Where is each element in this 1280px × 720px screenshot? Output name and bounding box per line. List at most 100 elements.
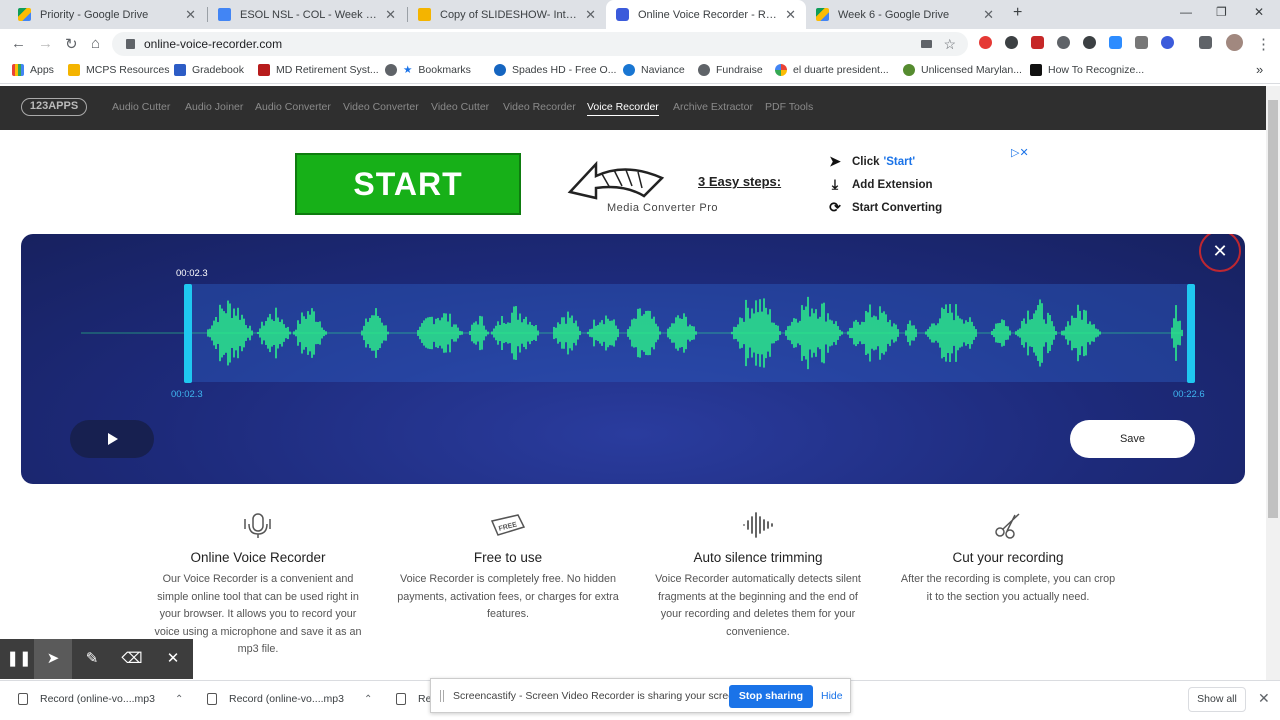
bookmark-label: el duarte president... bbox=[793, 64, 889, 76]
audio-waveform bbox=[81, 296, 1183, 370]
ad-choices-close-icon[interactable]: ▷✕ bbox=[1011, 146, 1029, 159]
drag-grip-icon[interactable] bbox=[440, 690, 444, 702]
profile-avatar[interactable] bbox=[1226, 34, 1243, 51]
close-recording-button[interactable]: ✕ bbox=[1199, 234, 1241, 272]
ad-start-button[interactable]: START bbox=[295, 153, 521, 215]
tab-esol-docs[interactable]: ESOL NSL - COL - Week 6: Templ ✕ bbox=[208, 0, 406, 29]
extension-k-icon[interactable] bbox=[1161, 36, 1174, 49]
cursor-tool-button[interactable]: ➤ bbox=[34, 639, 72, 679]
play-button[interactable] bbox=[70, 420, 154, 458]
back-button[interactable]: ← bbox=[11, 35, 26, 52]
tab-close-icon[interactable]: ✕ bbox=[385, 7, 396, 23]
download-item[interactable]: Record (online-vo....mp3 ⌃ bbox=[18, 693, 183, 705]
bookmarks-bar: Apps MCPS Resources Gradebook MD Retirem… bbox=[0, 58, 1280, 84]
spades-icon bbox=[494, 64, 506, 76]
bookmark-label: Bookmarks bbox=[418, 64, 471, 76]
file-icon bbox=[396, 693, 406, 705]
eraser-tool-button[interactable]: ⌫ bbox=[113, 639, 151, 679]
extension-icon-red[interactable] bbox=[979, 36, 992, 49]
bookmark-spades[interactable]: Spades HD - Free O... bbox=[494, 64, 616, 76]
bookmark-gradebook[interactable]: Gradebook bbox=[174, 64, 244, 76]
tab-close-icon[interactable]: ✕ bbox=[983, 7, 994, 23]
camera-icon[interactable] bbox=[921, 40, 932, 48]
scrollbar-thumb[interactable] bbox=[1268, 100, 1278, 518]
star-icon: ★ bbox=[403, 64, 413, 76]
lock-icon bbox=[126, 39, 135, 49]
bookmark-md-retirement[interactable]: MD Retirement Syst... bbox=[258, 64, 379, 76]
hide-button[interactable]: Hide bbox=[821, 690, 843, 702]
nav-video-recorder[interactable]: Video Recorder bbox=[503, 101, 576, 113]
extension-shield-icon-2[interactable] bbox=[1083, 36, 1096, 49]
download-item[interactable]: Re bbox=[396, 693, 431, 705]
tab-week6-drive[interactable]: Week 6 - Google Drive ✕ bbox=[806, 0, 1004, 29]
nav-video-converter[interactable]: Video Converter bbox=[343, 101, 419, 113]
reading-list-icon[interactable] bbox=[1199, 36, 1212, 49]
bookmark-star-icon[interactable]: ☆ bbox=[943, 32, 956, 56]
bookmark-fundraise[interactable]: Fundraise bbox=[698, 64, 763, 76]
voice-recorder-panel: 00:02.3 00:02.3 00:22.6 Save ✕ bbox=[21, 234, 1245, 484]
trim-end-handle[interactable] bbox=[1187, 284, 1195, 383]
scissors-icon bbox=[995, 513, 1020, 539]
nav-archive-extractor[interactable]: Archive Extractor bbox=[673, 101, 753, 113]
maximize-button[interactable]: ❐ bbox=[1216, 5, 1227, 19]
minimize-button[interactable]: — bbox=[1180, 5, 1192, 19]
bookmark-apps[interactable]: Apps bbox=[12, 64, 54, 76]
cursor-icon: ➤ bbox=[829, 153, 841, 169]
home-button[interactable]: ⌂ bbox=[91, 35, 100, 52]
url-bar[interactable]: online-voice-recorder.com ☆ bbox=[112, 32, 968, 56]
window-close-button[interactable]: ✕ bbox=[1254, 5, 1264, 19]
extension-icon-small[interactable] bbox=[1135, 36, 1148, 49]
tab-title: ESOL NSL - COL - Week 6: Templ bbox=[240, 8, 377, 21]
feature-free-to-use: FREE Free to use Voice Recorder is compl… bbox=[397, 510, 619, 624]
site-logo[interactable]: 123APPS bbox=[21, 98, 87, 116]
bookmark-how-to-recognize[interactable]: How To Recognize... bbox=[1030, 64, 1144, 76]
ad-step-text: Start Converting bbox=[852, 201, 943, 214]
extension-icon-gray[interactable] bbox=[1057, 36, 1070, 49]
tab-voice-recorder[interactable]: Online Voice Recorder - Record V ✕ bbox=[606, 0, 806, 29]
bookmark-naviance[interactable]: Naviance bbox=[623, 64, 685, 76]
bookmark-el-duarte[interactable]: el duarte president... bbox=[775, 64, 889, 76]
tab-close-icon[interactable]: ✕ bbox=[585, 7, 596, 23]
feature-cut-recording: Cut your recording After the recording i… bbox=[897, 510, 1119, 606]
screen-sharing-notification: Screencastify - Screen Video Recorder is… bbox=[430, 678, 851, 713]
nav-voice-recorder[interactable]: Voice Recorder bbox=[587, 101, 659, 116]
extension-pdf-icon[interactable] bbox=[1031, 36, 1044, 49]
voice-recorder-favicon-icon bbox=[616, 8, 629, 21]
close-downloads-bar-icon[interactable]: ✕ bbox=[1258, 690, 1270, 707]
bookmarks-overflow-button[interactable]: » bbox=[1256, 62, 1263, 77]
stop-sharing-button[interactable]: Stop sharing bbox=[729, 685, 813, 708]
trim-start-handle[interactable] bbox=[184, 284, 192, 383]
forward-button[interactable]: → bbox=[38, 35, 53, 52]
new-tab-button[interactable]: + bbox=[1013, 4, 1022, 22]
save-button[interactable]: Save bbox=[1070, 420, 1195, 458]
bookmark-mcps[interactable]: MCPS Resources bbox=[68, 64, 169, 76]
tab-priority-drive[interactable]: Priority - Google Drive ✕ bbox=[8, 0, 206, 29]
pause-recording-button[interactable]: ❚❚ bbox=[0, 639, 38, 679]
google-icon bbox=[775, 64, 787, 76]
bookmark-bookmarks[interactable]: ★ Bookmarks bbox=[385, 64, 471, 76]
zoom-extension-icon[interactable] bbox=[1109, 36, 1122, 49]
ad-step-text: Click bbox=[852, 155, 880, 168]
nav-audio-joiner[interactable]: Audio Joiner bbox=[185, 101, 243, 113]
nav-video-cutter[interactable]: Video Cutter bbox=[431, 101, 489, 113]
tab-close-icon[interactable]: ✕ bbox=[785, 7, 796, 23]
nav-pdf-tools[interactable]: PDF Tools bbox=[765, 101, 813, 113]
nav-audio-converter[interactable]: Audio Converter bbox=[255, 101, 331, 113]
chevron-up-icon[interactable]: ⌃ bbox=[364, 694, 372, 705]
bookmark-label: Spades HD - Free O... bbox=[512, 64, 617, 76]
ad-step-start-converting: ⟳ Start Converting bbox=[826, 199, 942, 216]
pen-tool-button[interactable]: ✎ bbox=[73, 639, 111, 679]
tab-close-icon[interactable]: ✕ bbox=[185, 7, 196, 23]
close-toolbar-button[interactable]: ✕ bbox=[154, 639, 192, 679]
nav-audio-cutter[interactable]: Audio Cutter bbox=[112, 101, 170, 113]
extension-shield-icon[interactable] bbox=[1005, 36, 1018, 49]
dollar-icon bbox=[903, 64, 915, 76]
download-item[interactable]: Record (online-vo....mp3 ⌃ bbox=[207, 693, 372, 705]
reload-button[interactable]: ↻ bbox=[65, 35, 78, 53]
folder-icon bbox=[68, 64, 80, 76]
bookmark-unlicensed[interactable]: Unlicensed Marylan... bbox=[903, 64, 1022, 76]
tab-slideshow[interactable]: Copy of SLIDESHOW- Internation ✕ bbox=[408, 0, 606, 29]
show-all-downloads-button[interactable]: Show all bbox=[1188, 687, 1246, 712]
chevron-up-icon[interactable]: ⌃ bbox=[175, 694, 183, 705]
chrome-menu-button[interactable]: ⋮ bbox=[1256, 35, 1271, 53]
